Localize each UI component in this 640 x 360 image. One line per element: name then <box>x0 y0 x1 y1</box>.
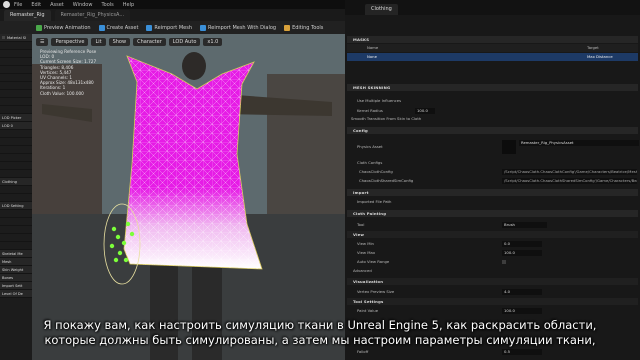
auto-view-range-checkbox[interactable] <box>502 260 506 264</box>
menu-asset[interactable]: Asset <box>50 2 64 8</box>
cloth-config-path[interactable]: /Script/ChaosCloth.ChaosClothConfig'/Gam… <box>502 169 637 175</box>
brush-icon <box>284 24 291 31</box>
falloff-field[interactable]: 0.5 <box>502 349 542 355</box>
editing-tools-button[interactable]: Editing Tools <box>284 24 323 31</box>
tab-clothing[interactable]: Clothing <box>365 4 398 15</box>
mask-row[interactable]: None Max Distance <box>347 53 638 61</box>
left-row-bones[interactable]: Bones <box>0 274 32 282</box>
kernel-radius-field[interactable]: 100.0 <box>415 108 435 114</box>
section-view[interactable]: View <box>347 231 638 238</box>
play-icon <box>36 24 42 31</box>
refresh-icon <box>200 24 207 31</box>
section-tool-settings[interactable]: Tool Settings <box>347 298 638 305</box>
paint-value-field[interactable]: 100.0 <box>502 308 542 314</box>
left-row-lod-settings[interactable]: LOD Setting <box>0 202 32 210</box>
left-row-lod-picker[interactable]: LOD Picker <box>0 114 32 122</box>
cloth-config-item: ChaosClothSharedSimConfig /Script/ChaosC… <box>359 178 637 184</box>
viewport-toolbar: ☰ Perspective Lit Show Character LOD Aut… <box>36 37 336 47</box>
playback-speed-button[interactable]: x1.0 <box>203 38 223 46</box>
cloth-config-path[interactable]: /Script/ChaosCloth.ChaosClothSharedSimCo… <box>502 178 637 184</box>
row-smooth-transition: Smooth Transition From Skin to Cloth <box>351 116 422 121</box>
section-config[interactable]: Config <box>347 127 638 134</box>
menu-file[interactable]: File <box>14 2 22 8</box>
view-min-field[interactable]: 0.0 <box>502 241 542 247</box>
section-mesh-skinning[interactable]: MESH SKINNING <box>347 84 638 91</box>
left-row-material-slots[interactable]: Material Sl <box>0 34 32 42</box>
subtitle-line-1: Я покажу вам, как настроить симуляцию тк… <box>43 318 597 332</box>
stat-line: Cloth Value: 100.000 <box>40 90 84 96</box>
lod-auto-button[interactable]: LOD Auto <box>168 38 201 46</box>
unreal-logo-icon <box>3 1 10 8</box>
view-max-field[interactable]: 100.0 <box>502 250 542 256</box>
section-visualization[interactable]: Visualization <box>347 278 638 285</box>
physics-asset-picker[interactable]: Remaster_Rig_PhysicsAsset <box>519 140 639 146</box>
reimport-mesh-dialog-button[interactable]: Reimport Mesh With Dialog <box>200 24 276 31</box>
row-use-multiple-influences: Use Multiple Influences <box>357 98 402 103</box>
stat-line: Current Screen Size: 1.727 <box>40 59 97 65</box>
plus-icon <box>98 24 105 31</box>
masks-column-headers: Name Target <box>347 44 638 52</box>
left-row-import-settings[interactable]: Import Sett <box>0 282 32 290</box>
menu-window[interactable]: Window <box>73 2 93 8</box>
row-vertex-preview-size: Vertex Preview Size 4.0 <box>347 288 638 296</box>
perspective-button[interactable]: Perspective <box>51 38 89 46</box>
subtitle-line-2: которые должны быть симулированы, а зате… <box>44 333 596 347</box>
cloth-config-item: ChaosClothConfig /Script/ChaosCloth.Chao… <box>359 169 637 175</box>
reimport-mesh-button[interactable]: Reimport Mesh <box>146 24 192 31</box>
preview-animation-button[interactable]: Preview Animation <box>36 24 91 31</box>
row-tool: Tool Brush <box>347 221 638 229</box>
row-auto-view-range: Auto View Range <box>347 258 638 266</box>
left-row-lod-0[interactable]: LOD 0 <box>0 122 32 130</box>
asset-toolbar: Preview Animation Create Asset Reimport … <box>0 21 345 34</box>
show-button[interactable]: Show <box>108 38 131 46</box>
tool-dropdown[interactable]: Brush <box>502 222 547 228</box>
tab-physics-asset[interactable]: Remaster_Rig_PhysicsA... <box>54 10 131 21</box>
lit-button[interactable]: Lit <box>91 38 106 46</box>
editor-tab-bar: Remaster_Rig Remaster_Rig_PhysicsA... <box>0 9 345 21</box>
section-import[interactable]: Import <box>347 189 638 196</box>
physics-asset-thumbnail <box>502 140 516 154</box>
row-paint-value: Paint Value 100.0 <box>347 307 638 315</box>
row-falloff: Falloff 0.5 <box>347 348 638 356</box>
left-row-skin-weights[interactable]: Skin Weight <box>0 266 32 274</box>
viewport-stats: Previewing Reference Pose LOD: 0 Current… <box>40 49 96 96</box>
left-row-clothing[interactable]: Clothing <box>0 178 32 186</box>
vertex-preview-size-field[interactable]: 4.0 <box>502 289 542 295</box>
viewport-options-button[interactable]: ☰ <box>36 38 49 46</box>
row-physics-asset: Physics Asset Remaster_Rig_PhysicsAsset <box>347 139 639 155</box>
left-row-mesh[interactable]: Mesh <box>0 258 32 266</box>
details-tab-bar: Clothing <box>345 0 640 15</box>
row-advanced[interactable]: Advanced <box>347 267 638 275</box>
row-kernel-radius: Kernel Radius 100.0 <box>347 107 638 115</box>
section-cloth-painting[interactable]: Cloth Painting <box>347 210 638 217</box>
left-row-level-of-detail[interactable]: Level Of De <box>0 290 32 298</box>
row-view-min: View Min 0.0 <box>347 240 638 248</box>
refresh-icon <box>146 24 153 31</box>
menu-tools[interactable]: Tools <box>101 2 113 8</box>
row-imported-file-path: Imported File Path <box>357 199 392 204</box>
tab-remaster-rig[interactable]: Remaster_Rig <box>4 10 51 21</box>
section-masks[interactable]: MASKS <box>347 36 638 43</box>
row-cloth-configs: Cloth Configs <box>357 160 383 165</box>
menu-edit[interactable]: Edit <box>31 2 41 8</box>
asset-details-left-panel: Material Sl LOD Picker LOD 0 Clothing LO… <box>0 34 32 360</box>
character-button[interactable]: Character <box>133 38 166 46</box>
row-view-max: View Max 100.0 <box>347 249 638 257</box>
create-asset-button[interactable]: Create Asset <box>98 24 138 31</box>
menu-help[interactable]: Help <box>123 2 134 8</box>
left-row-skeletal-mesh[interactable]: Skeletal Me <box>0 250 32 258</box>
